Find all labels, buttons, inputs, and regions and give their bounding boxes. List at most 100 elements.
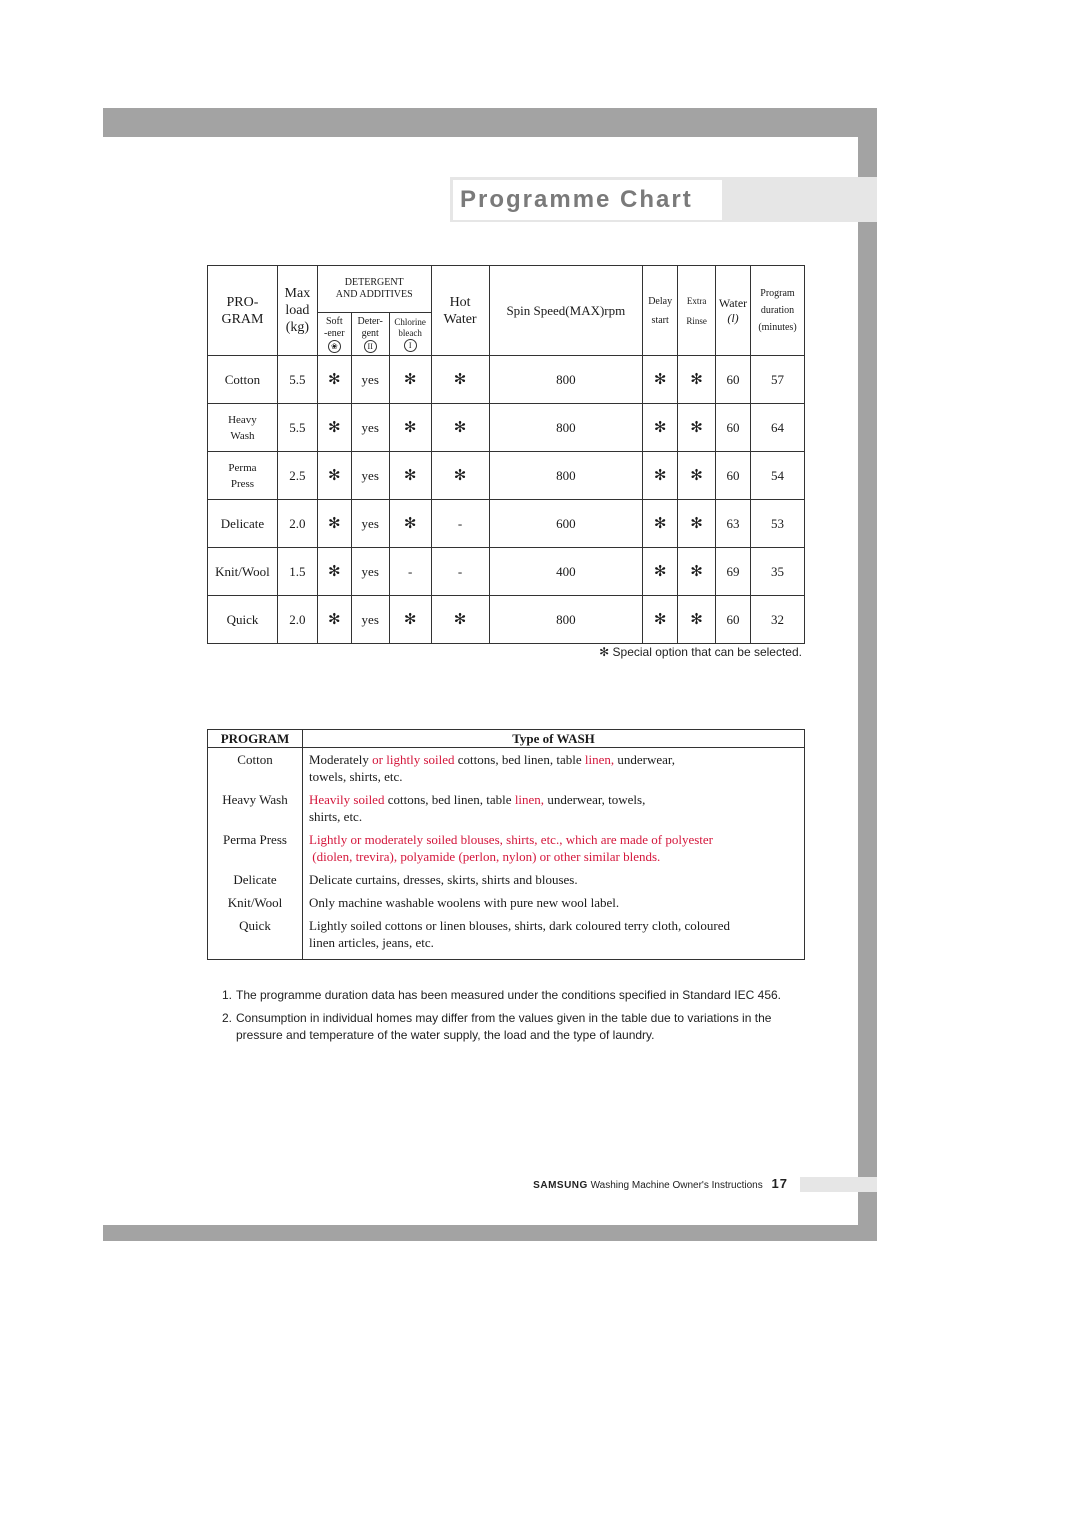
water-cell: 60 <box>715 595 751 644</box>
delay-start-cell: ✻ <box>642 451 679 500</box>
duration-cell: 35 <box>750 547 805 596</box>
table-header-row: PRO- GRAM Max load (kg) DETERGENT AND ADDITI… <box>207 265 805 356</box>
hot-water-cell: - <box>430 499 490 548</box>
chlorine-cell: ✻ <box>388 451 432 500</box>
softener-cell: ✻ <box>316 403 352 452</box>
description-text: Moderately <box>309 752 373 767</box>
extra-rinse-cell: ✻ <box>677 547 717 596</box>
wash-program-cell: Heavy Wash <box>207 788 303 828</box>
softener-cell: ✻ <box>316 595 352 644</box>
header-max-load: Max load (kg) <box>276 265 318 356</box>
program-cell: Delicate <box>207 499 278 548</box>
water-cell: 60 <box>715 451 751 500</box>
note-item: 1. The programme duration data has been … <box>222 988 782 1002</box>
softener-cell: ✻ <box>316 451 352 500</box>
highlighted-text: Heavily soiled <box>309 792 385 807</box>
extra-rinse-cell: ✻ <box>677 451 717 500</box>
wash-row: Heavy Wash Heavily soiled cottons, bed li… <box>207 788 805 828</box>
table-row: Knit/Wool 1.5 ✻ yes - -400 ✻ ✻ 69 35 <box>207 547 805 596</box>
footer-band <box>800 1177 877 1192</box>
description-text: towels, shirts, etc. <box>309 769 403 784</box>
page-frame-bottom <box>103 1225 877 1241</box>
duration-cell: 53 <box>750 499 805 548</box>
chlorine-cell: ✻ <box>388 595 432 644</box>
water-cell: 69 <box>715 547 751 596</box>
water-cell: 63 <box>715 499 751 548</box>
hot-water-cell: ✻ <box>430 403 490 452</box>
duration-cell: 57 <box>750 355 805 404</box>
wash-program-cell: Knit/Wool <box>207 891 303 914</box>
header-detergent-group: DETERGENT AND ADDITIVES <box>316 265 432 313</box>
wash-row: Quick Lightly soiled cottons or linen blo… <box>207 914 805 960</box>
duration-cell: 54 <box>750 451 805 500</box>
header-detergent: Deter-gent II <box>350 312 390 356</box>
header-program: PRO- GRAM <box>207 265 278 356</box>
chlorine-cell: - <box>388 547 432 596</box>
notes-list: 1. The programme duration data has been … <box>222 987 797 1050</box>
max-load-cell: 1.5 <box>276 547 318 596</box>
page-number: 17 <box>771 1176 788 1191</box>
table-row: Delicate 2.0 ✻ yes ✻ -600 ✻ ✻ 63 53 <box>207 499 805 548</box>
header-extra-rinse: Extra Rinse <box>677 265 717 356</box>
delay-start-cell: ✻ <box>642 403 679 452</box>
header-softener: Soft -ener ❀ <box>316 312 352 356</box>
detergent-cell: yes <box>350 595 390 644</box>
description-text: Delicate curtains, dresses, skirts, shir… <box>309 872 578 887</box>
delay-start-cell: ✻ <box>642 355 679 404</box>
highlighted-text: linen, <box>584 752 615 767</box>
detergent-cell: yes <box>350 499 390 548</box>
wash-description-cell: Lightly soiled cottons or linen blouses,… <box>303 914 805 960</box>
wash-program-cell: Delicate <box>207 868 303 891</box>
header-type-of-wash: Type of WASH <box>302 729 805 748</box>
max-load-cell: 2.5 <box>276 451 318 500</box>
wash-program-cell: Perma Press <box>207 828 303 868</box>
detergent-cell: yes <box>350 451 390 500</box>
page-title: Programme Chart <box>460 186 693 213</box>
softener-cell: ✻ <box>316 355 352 404</box>
softener-cell: ✻ <box>316 499 352 548</box>
header-hot-water: Hot Water <box>430 265 490 356</box>
spin-speed-cell: 800 <box>488 451 644 500</box>
description-text: Only machine washable woolens with pure … <box>309 895 620 910</box>
wash-program-cell: Quick <box>207 914 303 960</box>
program-cell: Cotton <box>207 355 278 404</box>
wash-table-header: PROGRAM Type of WASH <box>207 729 805 748</box>
header-program: PROGRAM <box>207 729 303 748</box>
max-load-cell: 2.0 <box>276 595 318 644</box>
description-text: cottons, bed linen, table <box>454 752 585 767</box>
program-cell: Quick <box>207 595 278 644</box>
wash-program-cell: Cotton <box>207 747 303 788</box>
wash-row: Perma Press Lightly or moderately soiled … <box>207 828 805 868</box>
max-load-cell: 2.0 <box>276 499 318 548</box>
header-delay-start: Delay start <box>642 265 679 356</box>
header-duration: Program duration (minutes) <box>750 265 805 356</box>
detergent-cell: yes <box>350 355 390 404</box>
chlorine-cell: ✻ <box>388 499 432 548</box>
page-footer: SAMSUNG Washing Machine Owner's Instruct… <box>500 1176 788 1191</box>
extra-rinse-cell: ✻ <box>677 355 717 404</box>
highlighted-text: linen, <box>514 792 545 807</box>
extra-rinse-cell: ✻ <box>677 499 717 548</box>
brand-name: SAMSUNG <box>533 1180 588 1191</box>
note-item: 2. Consumption in individual homes may d… <box>222 1011 772 1042</box>
table-row: Cotton 5.5 ✻ yes ✻ ✻ 800 ✻ ✻ 60 57 <box>207 355 805 404</box>
program-cell: Heavy Wash <box>207 403 278 452</box>
title-box: Programme Chart <box>453 180 722 220</box>
program-cell: Knit/Wool <box>207 547 278 596</box>
spin-speed-cell: 600 <box>488 499 644 548</box>
page-frame-top <box>103 108 877 137</box>
water-cell: 60 <box>715 355 751 404</box>
softener-symbol-icon: ❀ <box>327 339 341 353</box>
delay-start-cell: ✻ <box>642 595 679 644</box>
hot-water-cell: ✻ <box>430 451 490 500</box>
hot-water-cell: ✻ <box>430 595 490 644</box>
max-load-cell: 5.5 <box>276 355 318 404</box>
delay-start-cell: ✻ <box>642 547 679 596</box>
detergent-cell: yes <box>350 403 390 452</box>
spin-speed-cell: 800 <box>488 403 644 452</box>
header-water: Water (l) <box>715 265 751 356</box>
wash-type-table: PROGRAM Type of WASH Cotton Moderately or… <box>207 729 805 960</box>
special-option-footnote: ✻ Special option that can be selected. <box>599 645 802 659</box>
chlorine-cell: ✻ <box>388 403 432 452</box>
wash-description-cell: Moderately or lightly soiled cottons, be… <box>303 748 805 789</box>
